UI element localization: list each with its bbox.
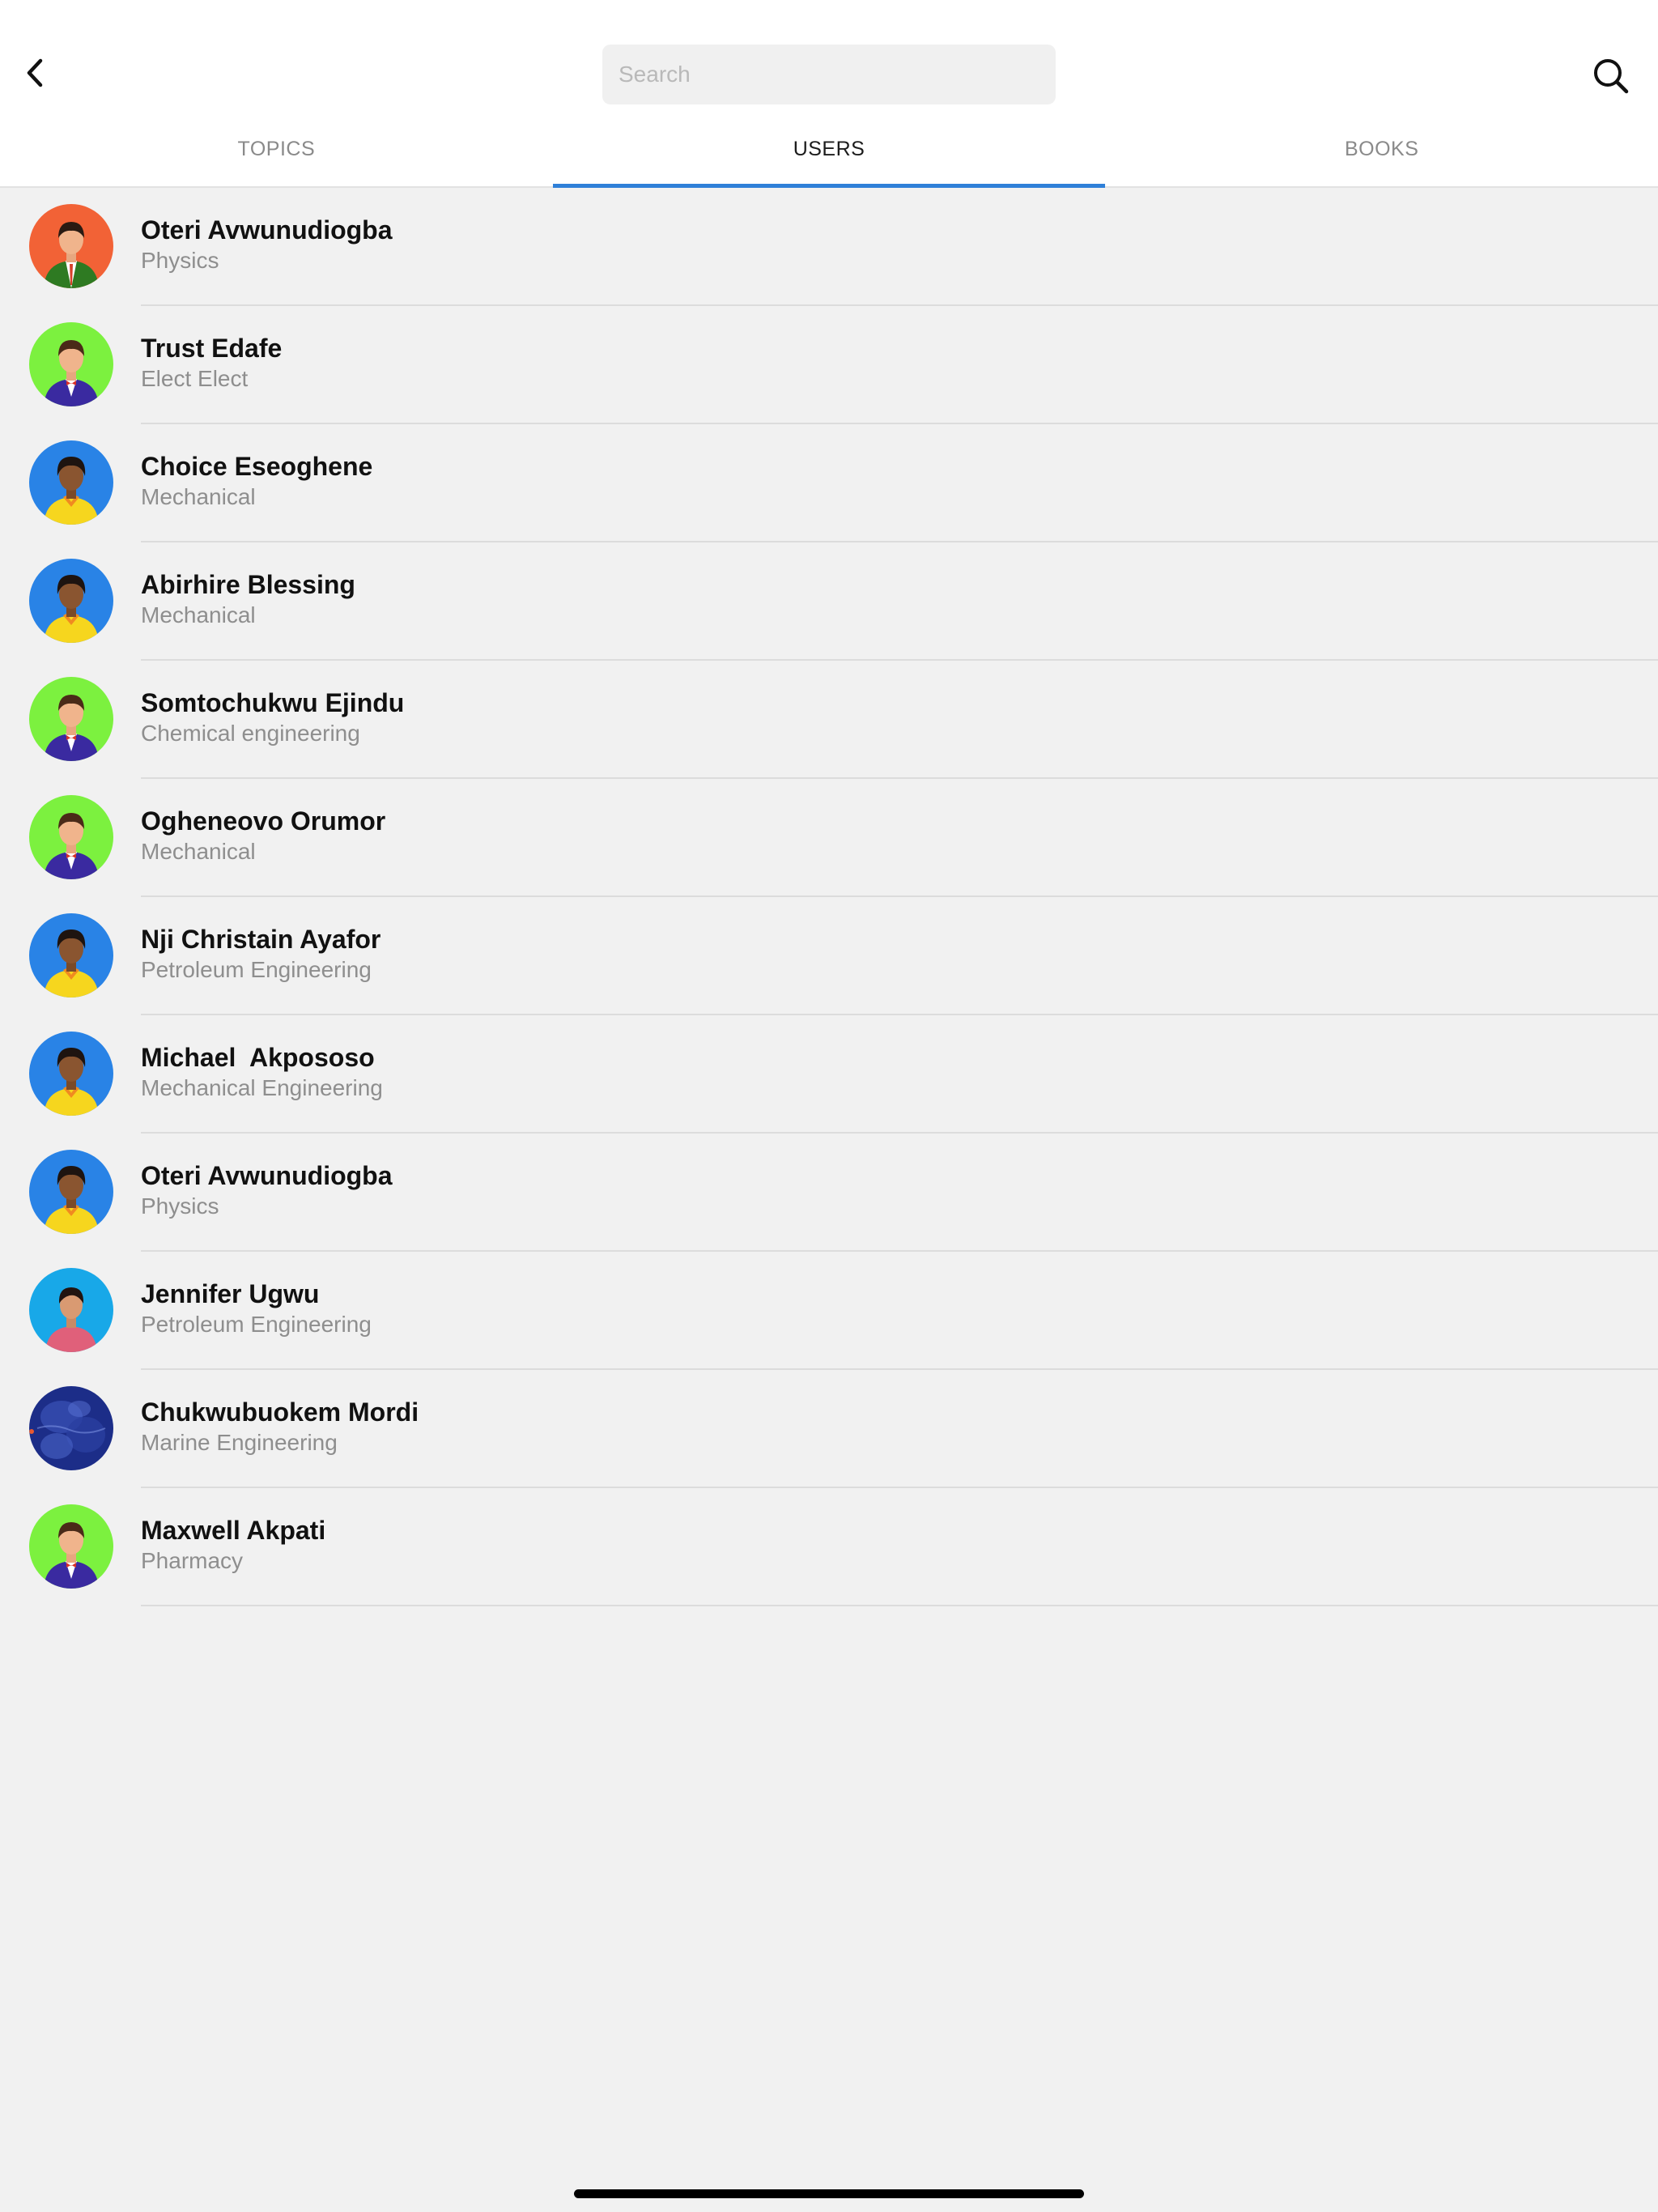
user-name: Maxwell Akpati [141, 1516, 326, 1545]
chevron-left-icon [27, 58, 43, 87]
user-name: Nji Christain Ayafor [141, 925, 381, 954]
avatar [29, 1268, 113, 1352]
user-department: Petroleum Engineering [141, 957, 372, 982]
user-row[interactable]: Abirhire Blessing Mechanical [0, 542, 1658, 661]
user-name: Somtochukwu Ejindu [141, 688, 405, 717]
avatar [29, 1386, 113, 1470]
user-department: Petroleum Engineering [141, 1312, 372, 1337]
tab-topics[interactable]: TOPICS [0, 121, 553, 188]
avatar [29, 677, 113, 761]
user-department: Physics [141, 1193, 219, 1219]
user-department: Mechanical [141, 602, 256, 627]
avatar [29, 1150, 113, 1234]
user-department: Mechanical [141, 839, 256, 864]
user-row[interactable]: Michael Akpososo Mechanical Engineering [0, 1015, 1658, 1134]
user-department: Physics [141, 248, 219, 273]
user-department: Marine Engineering [141, 1430, 338, 1455]
back-button[interactable] [15, 49, 55, 97]
user-row[interactable]: Choice Eseoghene Mechanical [0, 424, 1658, 542]
user-name: Ogheneovo Orumor [141, 806, 386, 836]
user-row[interactable]: Ogheneovo Orumor Mechanical [0, 779, 1658, 897]
user-name: Oteri Avwunudiogba [141, 1161, 393, 1190]
app-header: TOPICS USERS BOOKS [0, 0, 1658, 188]
avatar [29, 1032, 113, 1116]
user-name: Jennifer Ugwu [141, 1279, 320, 1308]
user-row[interactable]: Nji Christain Ayafor Petroleum Engineerin… [0, 897, 1658, 1015]
user-row[interactable]: Chukwubuokem Mordi Marine Engineering [0, 1370, 1658, 1488]
avatar [29, 1504, 113, 1589]
search-input[interactable] [602, 45, 1056, 104]
avatar [29, 795, 113, 879]
user-name: Choice Eseoghene [141, 452, 373, 481]
user-department: Pharmacy [141, 1548, 244, 1573]
user-name: Oteri Avwunudiogba [141, 215, 393, 245]
tab-label: TOPICS [237, 138, 316, 160]
tab-label: BOOKS [1344, 138, 1419, 160]
avatar [29, 440, 113, 525]
tab-users[interactable]: USERS [552, 121, 1106, 188]
tab-books[interactable]: BOOKS [1105, 121, 1658, 188]
user-name: Abirhire Blessing [141, 570, 355, 599]
search-button[interactable] [1588, 53, 1634, 99]
avatar [29, 204, 113, 288]
user-department: Chemical engineering [141, 721, 360, 746]
user-department: Elect Elect [141, 366, 249, 391]
search-icon [1594, 59, 1629, 94]
user-row[interactable]: Oteri Avwunudiogba Physics [0, 1134, 1658, 1252]
tab-bar: TOPICS USERS BOOKS [0, 121, 1658, 188]
user-row[interactable]: Somtochukwu Ejindu Chemical engineering [0, 661, 1658, 779]
user-row[interactable]: Jennifer Ugwu Petroleum Engineering [0, 1252, 1658, 1370]
home-indicator [574, 2189, 1084, 2198]
user-row[interactable]: Maxwell Akpati Pharmacy [0, 1488, 1658, 1606]
user-name: Trust Edafe [141, 334, 283, 363]
user-name: Chukwubuokem Mordi [141, 1397, 419, 1427]
user-name: Michael Akpososo [141, 1043, 375, 1072]
avatar [29, 322, 113, 406]
user-list: Oteri Avwunudiogba Physics Trust Edafe Elec… [0, 188, 1658, 1606]
avatar [29, 559, 113, 643]
user-department: Mechanical [141, 484, 256, 509]
user-row[interactable]: Oteri Avwunudiogba Physics [0, 188, 1658, 306]
tab-label: USERS [793, 138, 865, 160]
user-department: Mechanical Engineering [141, 1075, 383, 1100]
user-row[interactable]: Trust Edafe Elect Elect [0, 306, 1658, 424]
row-divider [141, 1605, 1658, 1606]
avatar [29, 913, 113, 998]
